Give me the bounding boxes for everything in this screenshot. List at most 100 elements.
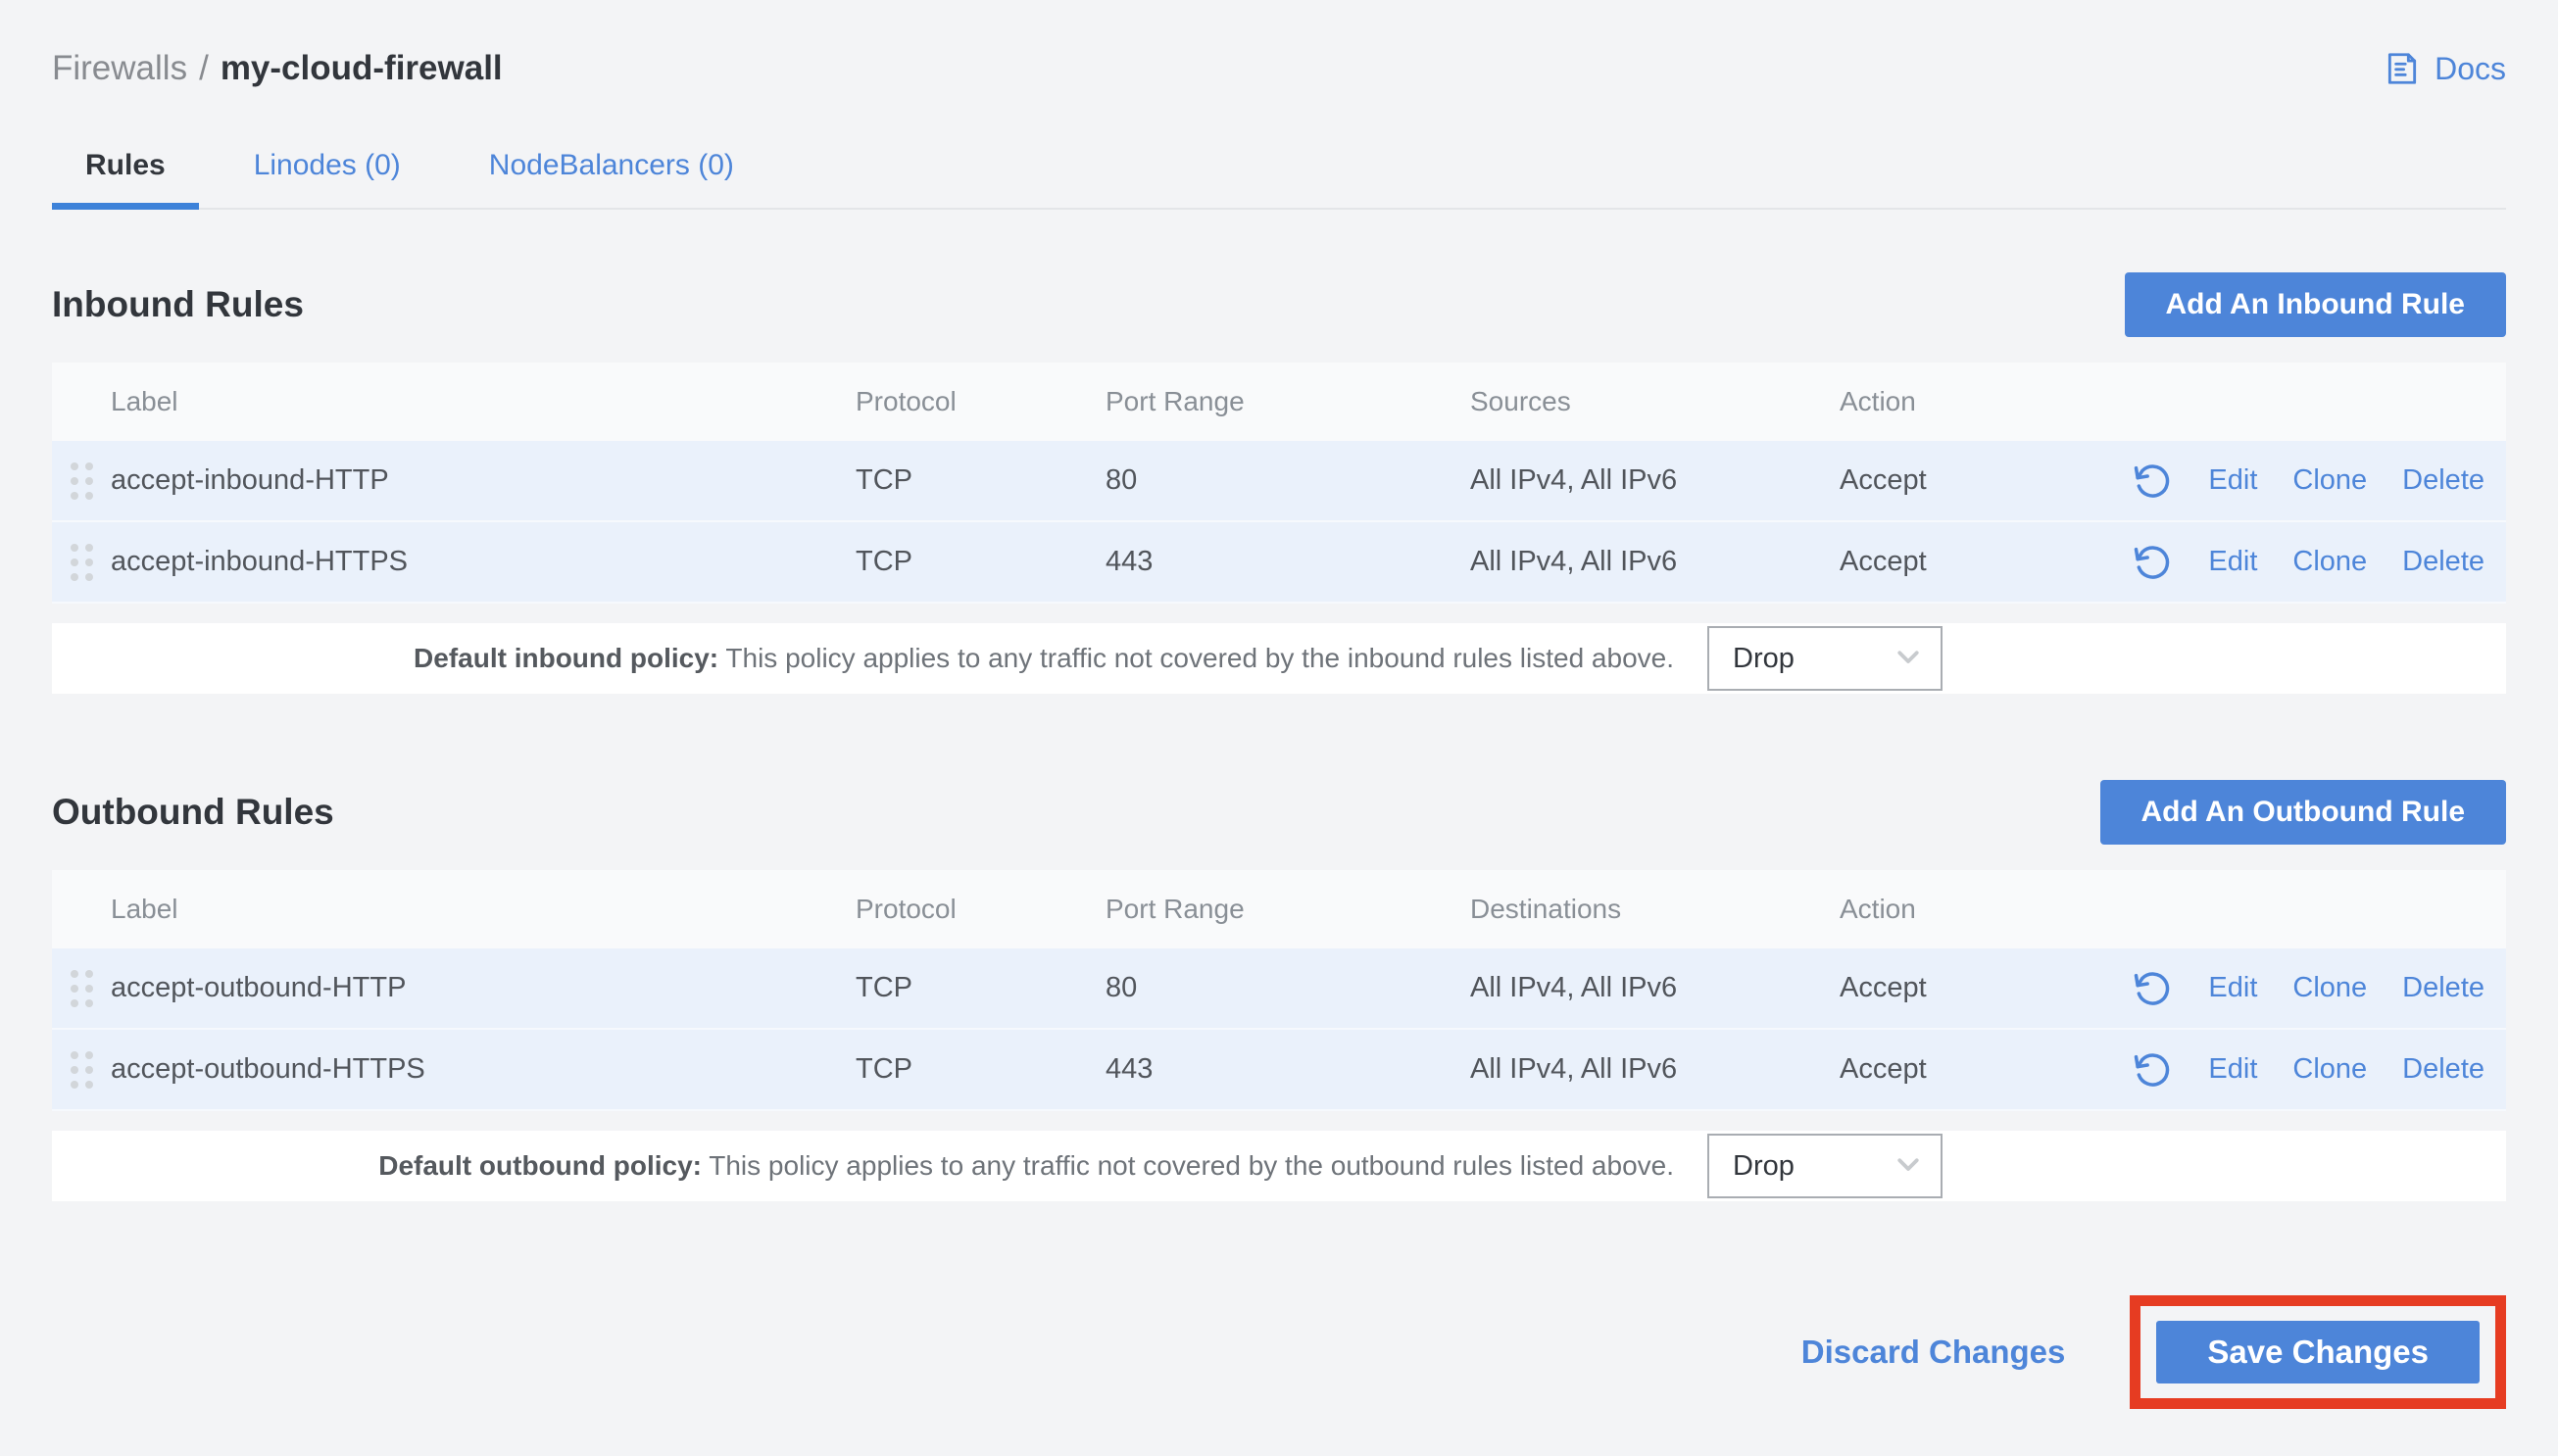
rule-protocol: TCP [856,972,1106,1004]
inbound-policy-value: Drop [1733,643,1795,675]
chevron-down-icon [1894,1149,1923,1184]
undo-icon[interactable] [2134,543,2173,582]
drag-dots-icon [71,544,93,581]
discard-changes-link[interactable]: Discard Changes [1801,1334,2066,1371]
drag-handle[interactable] [52,462,111,500]
rule-label: accept-outbound-HTTPS [111,1053,856,1086]
inbound-section-header: Inbound Rules Add An Inbound Rule [52,272,2506,337]
inbound-policy-description: Default inbound policy: This policy appl… [52,643,1707,674]
edit-link[interactable]: Edit [2208,546,2257,578]
clone-link[interactable]: Clone [2292,546,2367,578]
rule-action: Accept [1840,546,2126,578]
rule-port-range: 80 [1106,972,1470,1004]
inbound-rules-section: Inbound Rules Add An Inbound Rule Label … [52,272,2506,694]
clone-link[interactable]: Clone [2292,1053,2367,1086]
outbound-policy-value: Drop [1733,1150,1795,1183]
inbound-rules-title: Inbound Rules [52,284,304,325]
rule-destinations: All IPv4, All IPv6 [1470,1053,1840,1086]
undo-icon[interactable] [2134,461,2173,501]
footer-actions: Discard Changes Save Changes [52,1295,2506,1409]
undo-icon[interactable] [2134,1050,2173,1090]
breadcrumb-separator: / [199,49,209,88]
rule-protocol: TCP [856,546,1106,578]
column-action: Action [1840,386,2126,417]
row-actions: Edit Clone Delete [2126,461,2506,501]
column-sources: Sources [1470,386,1840,417]
chevron-down-icon [1894,642,1923,676]
tab-rules[interactable]: Rules [52,133,199,208]
inbound-policy-label: Default inbound policy: [414,643,718,673]
clone-link[interactable]: Clone [2292,464,2367,497]
edit-link[interactable]: Edit [2208,464,2257,497]
clone-link[interactable]: Clone [2292,972,2367,1004]
outbound-rules-table: Label Protocol Port Range Destinations A… [52,870,2506,1201]
rule-label: accept-outbound-HTTP [111,972,856,1004]
delete-link[interactable]: Delete [2402,464,2484,497]
rule-protocol: TCP [856,464,1106,497]
column-protocol: Protocol [856,386,1106,417]
add-inbound-rule-button[interactable]: Add An Inbound Rule [2125,272,2507,337]
delete-link[interactable]: Delete [2402,1053,2484,1086]
column-label: Label [111,894,856,925]
docs-icon [2384,50,2421,87]
outbound-policy-row: Default outbound policy: This policy app… [52,1131,2506,1201]
outbound-section-header: Outbound Rules Add An Outbound Rule [52,780,2506,845]
add-outbound-rule-button[interactable]: Add An Outbound Rule [2100,780,2506,845]
inbound-policy-select[interactable]: Drop [1707,626,1943,691]
drag-handle[interactable] [52,970,111,1007]
tab-bar: Rules Linodes (0) NodeBalancers (0) [52,133,2506,210]
rule-port-range: 443 [1106,546,1470,578]
edit-link[interactable]: Edit [2208,972,2257,1004]
rule-port-range: 80 [1106,464,1470,497]
breadcrumb-firewalls-link[interactable]: Firewalls [52,49,187,88]
table-row: accept-inbound-HTTP TCP 80 All IPv4, All… [52,441,2506,522]
inbound-policy-row: Default inbound policy: This policy appl… [52,623,2506,694]
edit-link[interactable]: Edit [2208,1053,2257,1086]
breadcrumb: Firewalls / my-cloud-firewall [52,49,503,88]
outbound-policy-label: Default outbound policy: [378,1150,702,1181]
row-actions: Edit Clone Delete [2126,1050,2506,1090]
row-actions: Edit Clone Delete [2126,543,2506,582]
docs-link[interactable]: Docs [2384,50,2506,87]
drag-dots-icon [71,462,93,500]
table-row: accept-inbound-HTTPS TCP 443 All IPv4, A… [52,522,2506,604]
column-protocol: Protocol [856,894,1106,925]
delete-link[interactable]: Delete [2402,546,2484,578]
delete-link[interactable]: Delete [2402,972,2484,1004]
drag-dots-icon [71,1051,93,1089]
column-port-range: Port Range [1106,894,1470,925]
undo-icon[interactable] [2134,969,2173,1008]
inbound-table-header: Label Protocol Port Range Sources Action [52,363,2506,441]
annotation-highlight-box: Save Changes [2130,1295,2506,1409]
docs-label: Docs [2435,51,2506,87]
rule-action: Accept [1840,972,2126,1004]
page-title: my-cloud-firewall [221,49,503,88]
rule-action: Accept [1840,464,2126,497]
outbound-rules-title: Outbound Rules [52,792,334,833]
rule-label: accept-inbound-HTTP [111,464,856,497]
tab-linodes[interactable]: Linodes (0) [221,133,434,208]
rule-sources: All IPv4, All IPv6 [1470,464,1840,497]
drag-handle[interactable] [52,544,111,581]
outbound-policy-description: Default outbound policy: This policy app… [52,1150,1707,1182]
column-label: Label [111,386,856,417]
column-port-range: Port Range [1106,386,1470,417]
outbound-table-header: Label Protocol Port Range Destinations A… [52,870,2506,948]
drag-handle[interactable] [52,1051,111,1089]
firewall-detail-page: Firewalls / my-cloud-firewall Docs Rules… [52,0,2506,1409]
rule-action: Accept [1840,1053,2126,1086]
outbound-rules-section: Outbound Rules Add An Outbound Rule Labe… [52,780,2506,1201]
column-destinations: Destinations [1470,894,1840,925]
rule-sources: All IPv4, All IPv6 [1470,546,1840,578]
rule-destinations: All IPv4, All IPv6 [1470,972,1840,1004]
row-actions: Edit Clone Delete [2126,969,2506,1008]
column-action: Action [1840,894,2126,925]
rule-port-range: 443 [1106,1053,1470,1086]
rule-protocol: TCP [856,1053,1106,1086]
drag-dots-icon [71,970,93,1007]
tab-nodebalancers[interactable]: NodeBalancers (0) [456,133,767,208]
table-row: accept-outbound-HTTPS TCP 443 All IPv4, … [52,1030,2506,1111]
outbound-policy-select[interactable]: Drop [1707,1134,1943,1198]
save-changes-button[interactable]: Save Changes [2156,1321,2480,1383]
inbound-rules-table: Label Protocol Port Range Sources Action… [52,363,2506,694]
